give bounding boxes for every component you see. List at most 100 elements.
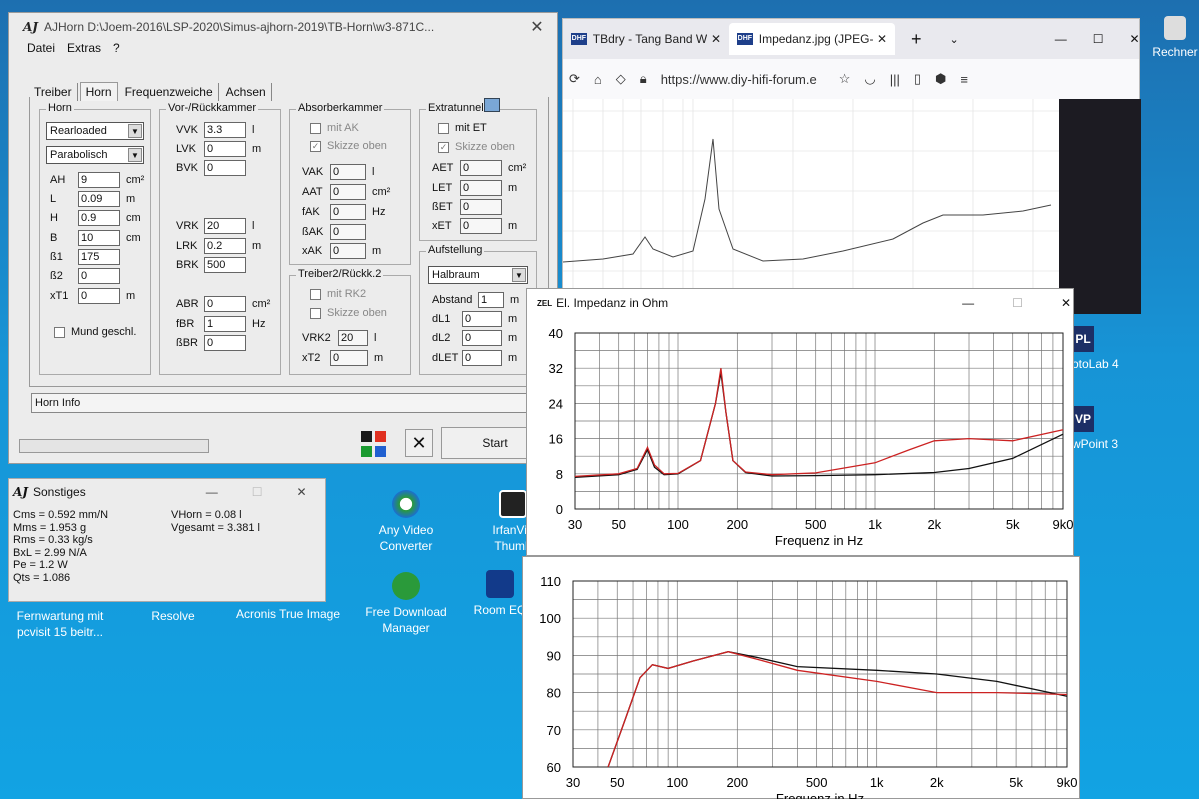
field-l: L 0.09 m [50,191,136,207]
info-icon[interactable] [484,98,500,112]
shield-icon[interactable]: ◇ [616,71,626,87]
desktop-icon-acronis[interactable]: Acronis True Image [232,606,344,622]
irfanview-icon [499,490,527,518]
x-axis-label: Frequenz in Hz [775,533,863,548]
video-converter-icon [392,490,420,518]
y-tick-label: 70 [547,723,561,738]
desktop-icon-any-video-converter[interactable]: Any Video Converter [356,490,456,554]
horn-shape-select[interactable]: Parabolisch ▼ [46,146,144,164]
sonstiges-titlebar: AJ Sonstiges — ☐ ✕ [9,479,325,505]
color-swatch-blue[interactable] [375,446,386,457]
pocket-icon[interactable]: ◡ [864,71,875,87]
x-tick-label: 30 [568,517,582,532]
close-tab-icon[interactable]: ✕ [711,32,721,46]
home-icon[interactable]: ⌂ [594,72,602,87]
group-horn: Horn Rearloaded ▼ Parabolisch ▼ AH 9 cm² L 0.… [39,102,151,375]
photolab-icon[interactable]: PL [1072,326,1094,352]
window-title: AJHorn D:\Joem-2016\LSP-2020\Simus-ajhor… [44,20,435,34]
ajhorn-logo: AJ [23,20,38,34]
maximize-button[interactable]: ☐ [252,485,263,499]
menu-help[interactable]: ? [113,41,120,61]
field-dlet: dLET 0 m [432,350,518,366]
menubar: Datei Extras ? [9,41,557,61]
viewpoint-icon[interactable]: VP [1072,406,1094,432]
y-tick-label: 32 [549,361,563,376]
aufstellung-select[interactable]: Halbraum ▼ [428,266,528,284]
download-manager-icon [392,572,420,600]
color-swatch-green[interactable] [361,446,372,457]
star-icon[interactable]: ☆ [839,71,851,87]
close-button[interactable]: ✕ [296,485,306,499]
color-swatch-black[interactable] [361,431,372,442]
field-vak: VAK 0 l [302,164,375,180]
browser-dark-area [1059,99,1141,314]
mund-checkbox[interactable]: Mund geschl. [54,326,136,338]
desktop-icon-fernwartung[interactable]: Fernwartung mit pcvisit 15 beitr... [6,608,114,640]
desktop-icon-photolab[interactable]: otoLab 4 [1072,356,1132,372]
library-icon[interactable]: ||| [890,72,900,87]
field-beta2: ß2 0 [50,268,120,284]
menu-icon[interactable]: ≡ [960,72,968,87]
field-xt1: xT1 0 m [50,288,136,304]
color-picker[interactable] [361,431,387,459]
y-tick-label: 0 [556,502,563,517]
y-tick-label: 40 [549,326,563,341]
field-h: H 0.9 cm [50,210,141,226]
close-button[interactable]: ✕ [517,17,557,37]
desktop-icon-free-download-manager[interactable]: Free Download Manager [356,572,456,636]
sidebar-icon[interactable]: ▯ [914,71,921,87]
minimize-button[interactable]: — [1055,32,1067,46]
close-button[interactable]: ✕ [1061,296,1071,310]
browser-tab-impedanz[interactable]: DHF Impedanz.jpg (JPEG-G ✕ [729,23,895,55]
field-lvk: LVK 0 m [176,141,262,157]
skizze-et-checkbox[interactable]: ✓ Skizze oben [438,141,515,153]
tab-list-chevron-icon[interactable]: ⌄ [950,33,959,46]
cancel-x-button[interactable]: ✕ [405,429,433,457]
field-vrk2: VRK2 20 l [302,330,377,346]
x-tick-label: 5k [1006,517,1020,532]
x-tick-label: 1k [870,775,884,790]
checkbox-icon [54,326,65,338]
chevron-down-icon: ▼ [128,124,142,138]
field-betaet: ßET 0 [432,199,502,215]
horn-type-select[interactable]: Rearloaded ▼ [46,122,144,140]
field-dl2: dL2 0 m [432,330,518,346]
minimize-button[interactable]: — [206,485,218,499]
x-tick-label: 500 [806,775,828,790]
reload-icon[interactable]: ⟳ [569,71,580,87]
desktop-icon-resolve[interactable]: Resolve [130,608,216,624]
browser-tab-tbdry[interactable]: DHF TBdry - Tang Band W3 ✕ [563,23,729,55]
skizze-ak-checkbox[interactable]: ✓ Skizze oben [310,140,387,152]
impedance-titlebar: ZEL El. Impedanz in Ohm — ☐ ✕ [527,289,1073,317]
field-fbr: fBR 1 Hz [176,316,266,332]
close-button[interactable]: ✕ [1130,32,1140,46]
impedance-chart: 40 32 24 16 8 0 30 50 100 200 500 1k 2k 5k 9k0 Frequenz… [549,326,1074,548]
series-line-1 [574,368,1064,478]
sonstiges-right-values: VHorn = 0.08 l Vgesamt = 3.381 l [171,509,260,534]
url-bar[interactable]: https://www.diy-hifi-forum.e [661,72,825,87]
skizze-rk2-checkbox[interactable]: Skizze oben [310,307,387,319]
spl-chart: 110 100 90 80 70 60 30 50 100 200 500 1k 2k 5k 9k0 Freq… [539,574,1077,799]
menu-datei[interactable]: Datei [27,41,55,61]
field-bvk: BVK 0 [176,160,246,176]
mit-et-checkbox[interactable]: mit ET [438,122,487,134]
x-tick-label: 100 [667,517,689,532]
extension-icon[interactable]: ⬢ [935,71,946,87]
new-tab-button[interactable]: + [911,29,922,50]
maximize-button[interactable]: ☐ [1012,296,1023,310]
close-tab-icon[interactable]: ✕ [877,32,887,46]
lock-icon: 🔒︎ [639,71,647,86]
field-lrk: LRK 0.2 m [176,238,262,254]
menu-extras[interactable]: Extras [67,41,101,61]
desktop-icon-rechner[interactable]: Rechner [1150,16,1199,60]
mit-rk2-checkbox[interactable]: mit RK2 [310,288,366,300]
desktop-icon-viewpoint[interactable]: wPoint 3 [1072,436,1132,452]
sonstiges-window: AJ Sonstiges — ☐ ✕ Cms = 0.592 mm/N Mms =… [8,478,326,602]
minimize-button[interactable]: — [962,296,974,310]
color-swatch-red[interactable] [375,431,386,442]
horn-info-field[interactable]: Horn Info [31,393,547,413]
mit-ak-checkbox[interactable]: mit AK [310,122,359,134]
maximize-button[interactable]: ☐ [1093,32,1104,46]
y-tick-label: 24 [549,396,563,411]
desktop-icon-room-eq[interactable]: Room EQ [470,570,530,618]
